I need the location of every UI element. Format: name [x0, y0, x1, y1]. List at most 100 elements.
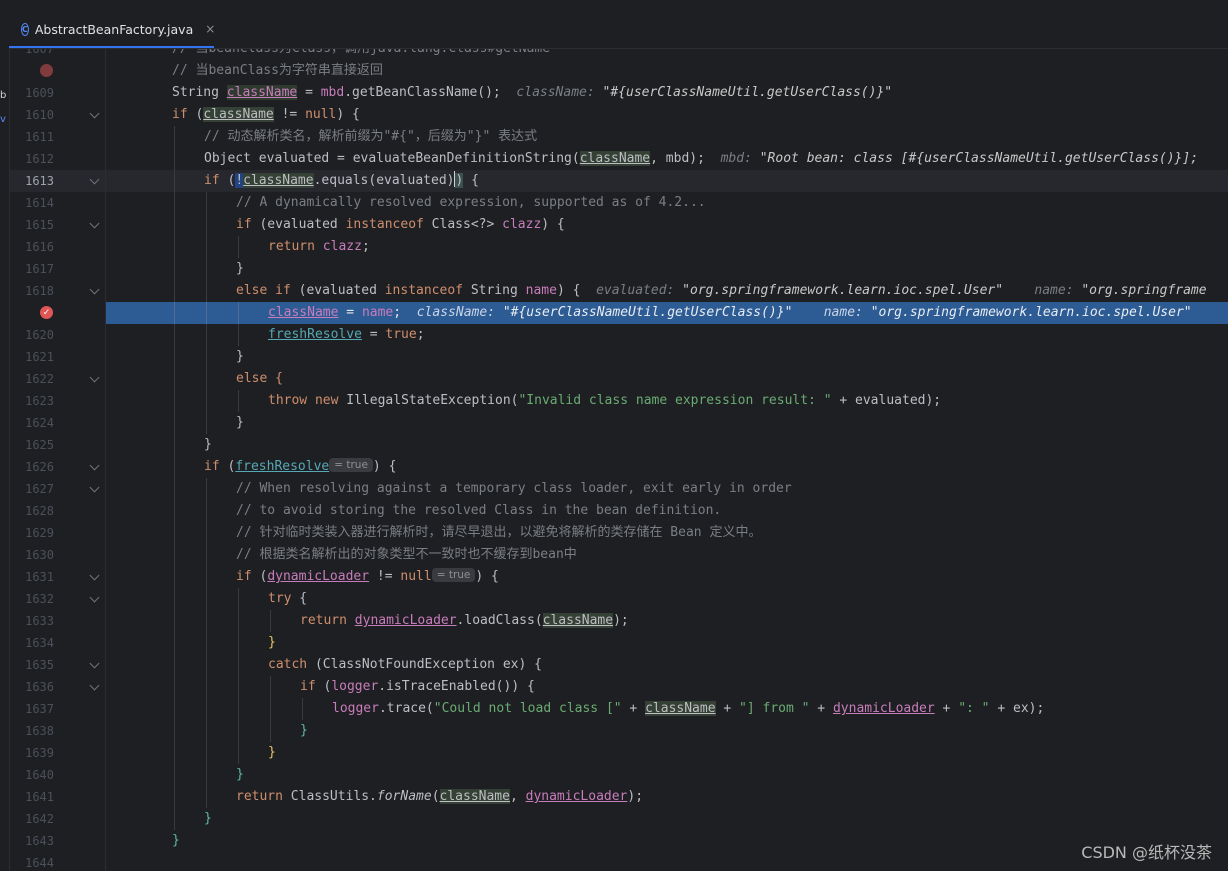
code-text: if (evaluated instanceof Class<?> clazz)…: [236, 217, 565, 232]
code-line[interactable]: 1634 }: [10, 632, 1228, 654]
fold-chevron-icon[interactable]: [89, 680, 100, 691]
code-text: if (freshResolve = true) {: [204, 458, 397, 474]
code-line[interactable]: 1631 if (dynamicLoader != null = true) {: [10, 566, 1228, 588]
code-line[interactable]: 1641 return ClassUtils.forName(className…: [10, 786, 1228, 808]
code-line[interactable]: 1625 }: [10, 434, 1228, 456]
code-line[interactable]: 1644: [10, 852, 1228, 871]
tab-abstract-bean-factory[interactable]: C AbstractBeanFactory.java ×: [9, 12, 215, 48]
code-line[interactable]: 1642 }: [10, 808, 1228, 830]
code-text: }: [268, 745, 276, 760]
fold-chevron-icon[interactable]: [89, 218, 100, 229]
line-number: 1612: [25, 152, 54, 166]
code-line[interactable]: 1607 // 当beanClass为Class，调用java.lang.Cla…: [10, 49, 1228, 60]
debug-inline-value: mbd: "Root bean: class [#{userClassNameU…: [720, 151, 1199, 166]
fold-chevron-icon[interactable]: [89, 174, 100, 185]
code-line[interactable]: 1639 }: [10, 742, 1228, 764]
line-number: 1641: [25, 790, 54, 804]
line-number: 1637: [25, 702, 54, 716]
fold-chevron-icon[interactable]: [89, 482, 100, 493]
fold-chevron-icon[interactable]: [89, 108, 100, 119]
line-number: 1614: [25, 196, 54, 210]
line-number: 1643: [25, 834, 54, 848]
breakpoint-hit-icon[interactable]: ✓: [40, 306, 53, 319]
line-number: 1615: [25, 218, 54, 232]
code-text: return dynamicLoader.loadClass(className…: [300, 613, 629, 628]
code-comment: // 动态解析类名，解析前缀为"#{"，后缀为"}" 表达式: [204, 129, 538, 144]
line-number: 1607: [25, 49, 54, 56]
fold-chevron-icon[interactable]: [89, 592, 100, 603]
code-line[interactable]: 1638 }: [10, 720, 1228, 742]
code-text: try {: [268, 591, 308, 606]
line-number: 1611: [25, 130, 54, 144]
code-line[interactable]: 1635 catch (ClassNotFoundException ex) {: [10, 654, 1228, 676]
line-number: 1620: [25, 328, 54, 342]
code-text: if (dynamicLoader != null = true) {: [236, 568, 499, 584]
code-line[interactable]: 1621 }: [10, 346, 1228, 368]
line-number: 1609: [25, 86, 54, 100]
line-number: 1636: [25, 680, 54, 694]
line-number: 1622: [25, 372, 54, 386]
code-line[interactable]: 1620 freshResolve = true;: [10, 324, 1228, 346]
code-text: className = name; className: "#{userClas…: [268, 305, 1192, 320]
line-number: 1644: [25, 856, 54, 870]
code-line[interactable]: 1637 logger.trace("Could not load class …: [10, 698, 1228, 720]
code-line[interactable]: 1640 }: [10, 764, 1228, 786]
line-number: 1621: [25, 350, 54, 364]
code-line[interactable]: 1624 }: [10, 412, 1228, 434]
code-text: if (!className.equals(evaluated)) {: [204, 171, 479, 188]
code-line[interactable]: 1622 else {: [10, 368, 1228, 390]
code-text: }: [300, 723, 308, 738]
code-line[interactable]: 1618 else if (evaluated instanceof Strin…: [10, 280, 1228, 302]
code-line-current[interactable]: 1613 if (!className.equals(evaluated)) {: [10, 170, 1228, 192]
code-line[interactable]: 1628 // to avoid storing the resolved Cl…: [10, 500, 1228, 522]
java-class-icon: C: [21, 22, 29, 36]
code-text: return clazz;: [268, 239, 370, 254]
code-text: }: [236, 349, 244, 364]
code-line[interactable]: 1623 throw new IllegalStateException("In…: [10, 390, 1228, 412]
side-panel-char: b: [0, 90, 7, 101]
code-text: return ClassUtils.forName(className, dyn…: [236, 789, 644, 804]
breakpoint-icon[interactable]: [40, 64, 53, 77]
code-line[interactable]: 1643 }: [10, 830, 1228, 852]
code-line[interactable]: 1629 // 针对临时类装入器进行解析时，请尽早退出，以避免将解析的类存储在 …: [10, 522, 1228, 544]
code-text: if (className != null) {: [172, 107, 360, 122]
fold-chevron-icon[interactable]: [89, 284, 100, 295]
fold-chevron-icon[interactable]: [89, 658, 100, 669]
code-line-execution-point[interactable]: ✓ className = name; className: "#{userCl…: [10, 302, 1228, 324]
fold-chevron-icon[interactable]: [89, 570, 100, 581]
line-number: 1623: [25, 394, 54, 408]
code-line[interactable]: 1626 if (freshResolve = true) {: [10, 456, 1228, 478]
code-line[interactable]: 1609 String className = mbd.getBeanClass…: [10, 82, 1228, 104]
code-line[interactable]: 1616 return clazz;: [10, 236, 1228, 258]
code-line[interactable]: 1636 if (logger.isTraceEnabled()) {: [10, 676, 1228, 698]
code-line[interactable]: 1614 // A dynamically resolved expressio…: [10, 192, 1228, 214]
fold-chevron-icon[interactable]: [89, 460, 100, 471]
code-line[interactable]: 1615 if (evaluated instanceof Class<?> c…: [10, 214, 1228, 236]
code-text: else {: [236, 371, 283, 386]
code-line[interactable]: 1617 }: [10, 258, 1228, 280]
code-comment: // When resolving against a temporary cl…: [236, 481, 792, 496]
code-line[interactable]: 1611 // 动态解析类名，解析前缀为"#{"，后缀为"}" 表达式: [10, 126, 1228, 148]
line-number: 1635: [25, 658, 54, 672]
code-text: }: [236, 767, 244, 782]
code-line[interactable]: 1633 return dynamicLoader.loadClass(clas…: [10, 610, 1228, 632]
line-number: 1626: [25, 460, 54, 474]
code-comment: // 当beanClass为字符串直接返回: [172, 63, 383, 78]
code-line[interactable]: 1632 try {: [10, 588, 1228, 610]
code-line[interactable]: 1630 // 根据类名解析出的对象类型不一致时也不缓存到bean中: [10, 544, 1228, 566]
debug-inline-value: className: "#{userClassNameUtil.getUserC…: [416, 305, 1192, 320]
code-text: }: [268, 635, 276, 650]
debug-inline-value: className: "#{userClassNameUtil.getUserC…: [516, 85, 893, 100]
code-line[interactable]: 1610 if (className != null) {: [10, 104, 1228, 126]
line-number: 1629: [25, 526, 54, 540]
code-line[interactable]: // 当beanClass为字符串直接返回: [10, 60, 1228, 82]
code-text: if (logger.isTraceEnabled()) {: [300, 679, 535, 694]
code-line[interactable]: 1627 // When resolving against a tempora…: [10, 478, 1228, 500]
inline-value-chip: = true: [431, 568, 476, 582]
fold-chevron-icon[interactable]: [89, 372, 100, 383]
line-number: 1613: [25, 174, 54, 188]
code-line[interactable]: 1612 Object evaluated = evaluateBeanDefi…: [10, 148, 1228, 170]
close-tab-icon[interactable]: ×: [205, 22, 215, 36]
tab-label: AbstractBeanFactory.java: [34, 21, 194, 37]
code-editor[interactable]: 1607 // 当beanClass为Class，调用java.lang.Cla…: [10, 49, 1228, 871]
